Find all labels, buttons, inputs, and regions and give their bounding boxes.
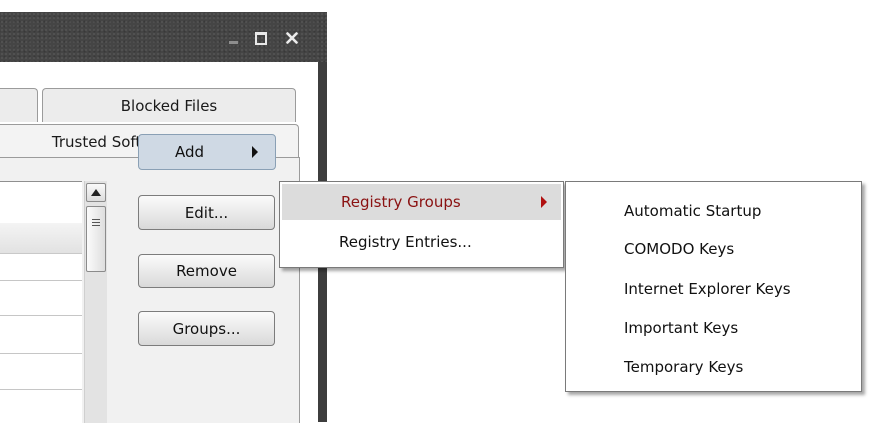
tab-partial[interactable] (0, 88, 38, 122)
submenu-arrow-icon (541, 196, 547, 208)
add-button[interactable]: Add (138, 134, 276, 170)
menu-item-registry-entries[interactable]: Registry Entries... (280, 224, 563, 260)
menu-item-temporary-keys[interactable]: Temporary Keys (566, 348, 861, 386)
remove-button[interactable]: Remove (138, 254, 275, 288)
menu-item-label: Registry Groups (341, 193, 461, 211)
remove-button-label: Remove (176, 262, 237, 280)
list-row-divider (0, 353, 82, 354)
tab-blocked-files[interactable]: Blocked Files (42, 88, 296, 122)
maximize-icon[interactable] (250, 27, 272, 49)
add-menu: Registry Groups Registry Entries... (279, 181, 564, 268)
scroll-up-icon[interactable] (86, 183, 106, 202)
menu-item-automatic-startup[interactable]: Automatic Startup (566, 192, 861, 230)
registry-list[interactable] (0, 181, 82, 424)
menu-item-label: Automatic Startup (624, 202, 762, 220)
scroll-thumb[interactable] (86, 206, 106, 272)
list-row-divider (0, 315, 82, 316)
menu-item-label: Internet Explorer Keys (624, 280, 791, 298)
add-button-label: Add (175, 143, 205, 161)
menu-item-label: Registry Entries... (339, 233, 472, 251)
dialog-client-area: Blocked Files Trusted Software Vendors (0, 62, 318, 424)
menu-item-comodo-keys[interactable]: COMODO Keys (566, 230, 861, 268)
menu-item-internet-explorer-keys[interactable]: Internet Explorer Keys (566, 270, 861, 308)
list-column-header[interactable] (0, 223, 82, 254)
title-bar[interactable] (0, 12, 327, 62)
menu-item-label: Temporary Keys (624, 358, 744, 376)
registry-groups-submenu: Automatic Startup COMODO Keys Internet E… (565, 181, 862, 392)
minimize-icon[interactable] (222, 27, 244, 49)
menu-item-important-keys[interactable]: Important Keys (566, 309, 861, 347)
menu-item-registry-groups[interactable]: Registry Groups (282, 184, 561, 220)
edit-button[interactable]: Edit... (138, 195, 275, 230)
menu-item-label: Important Keys (624, 319, 739, 337)
list-row-divider (0, 389, 82, 390)
menu-item-label: COMODO Keys (624, 240, 735, 258)
submenu-arrow-icon (252, 146, 258, 158)
close-icon[interactable] (281, 27, 303, 49)
groups-button[interactable]: Groups... (138, 311, 275, 346)
groups-button-label: Groups... (172, 319, 241, 338)
list-row-divider (0, 280, 82, 281)
list-scrollbar[interactable] (84, 181, 107, 423)
edit-button-label: Edit... (184, 203, 229, 222)
